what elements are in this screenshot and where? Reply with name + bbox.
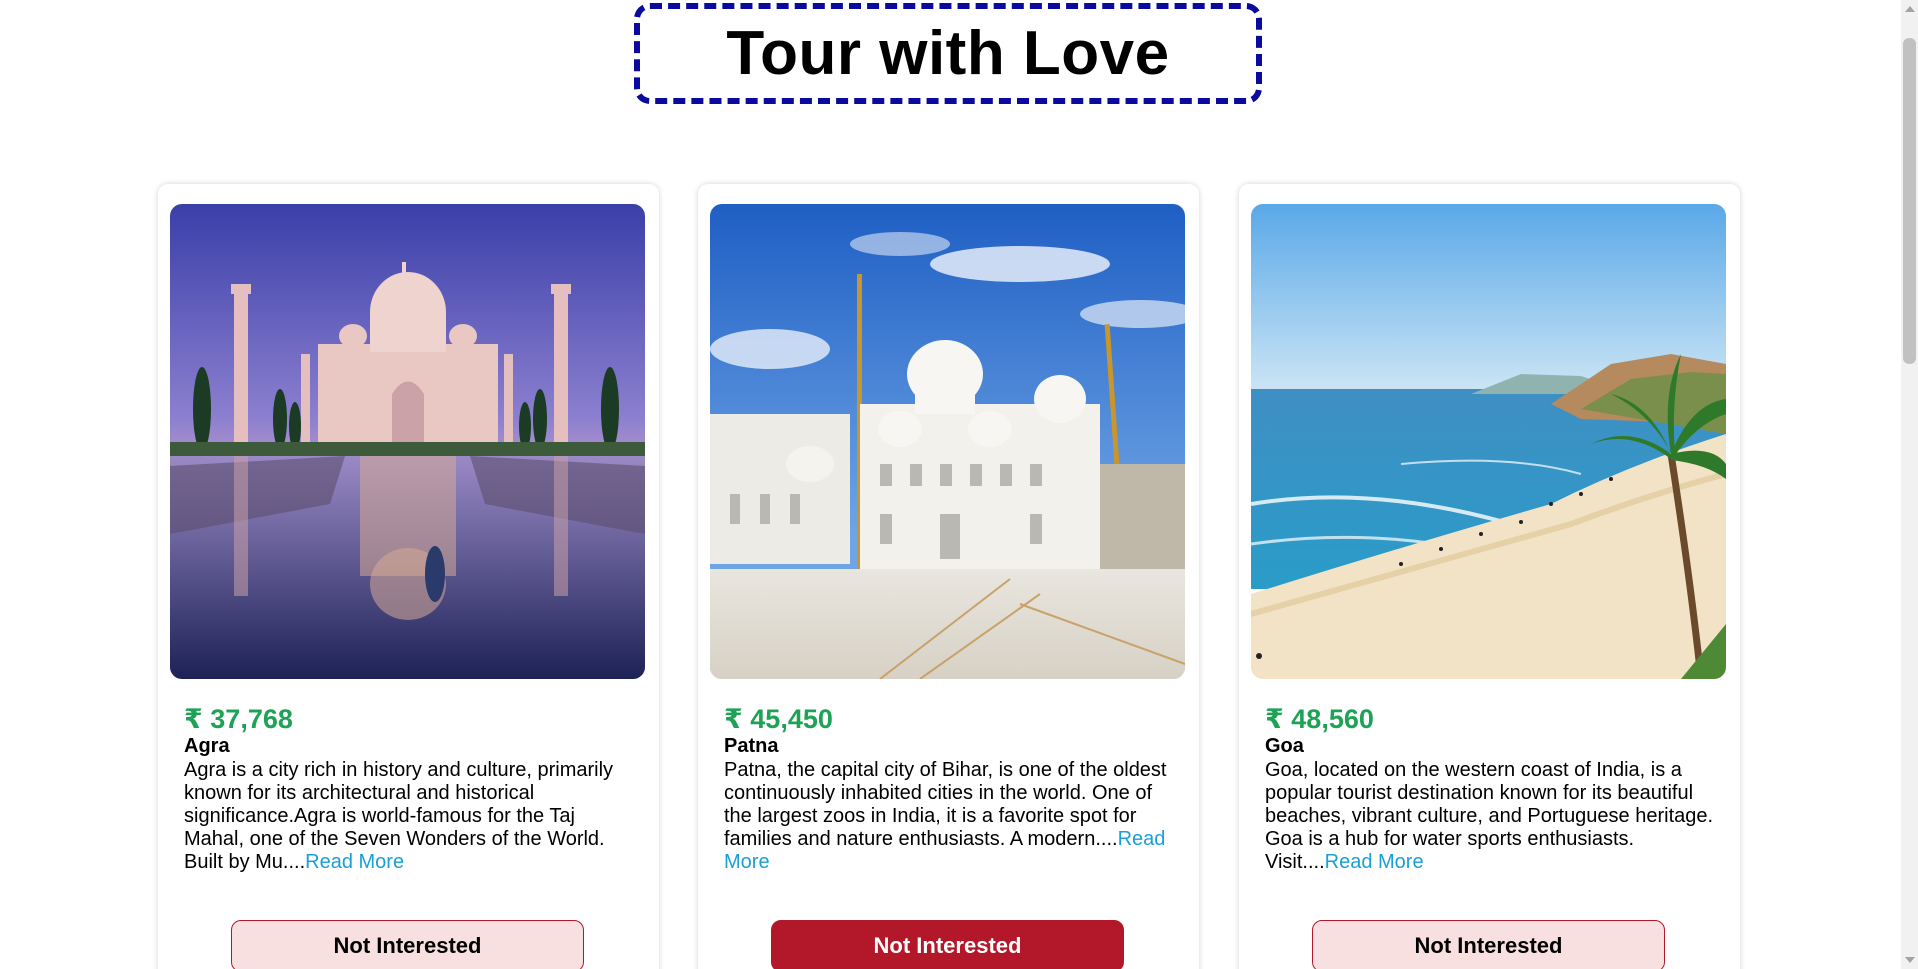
tour-city-name: Patna: [724, 735, 779, 757]
taj-mahal-image: [170, 204, 645, 679]
scroll-down-arrow-icon[interactable]: [1905, 957, 1915, 963]
beach-image: [1251, 204, 1726, 679]
tour-price: ₹ 37,768: [184, 704, 293, 734]
tour-image-patna: [710, 204, 1185, 679]
tour-description: Patna, the capital city of Bihar, is one…: [724, 759, 1179, 874]
tour-image-agra: [170, 204, 645, 679]
tour-card-agra: ₹ 37,768 Agra Agra is a city rich in his…: [158, 184, 659, 969]
not-interested-button[interactable]: Not Interested: [771, 920, 1124, 969]
tour-card-list: ₹ 37,768 Agra Agra is a city rich in his…: [158, 184, 1740, 969]
scrollbar-thumb[interactable]: [1903, 38, 1916, 364]
tour-description-text: Patna, the capital city of Bihar, is one…: [724, 759, 1167, 850]
tour-city-name: Goa: [1265, 735, 1304, 757]
not-interested-button[interactable]: Not Interested: [1312, 920, 1665, 969]
tour-card-patna: ₹ 45,450 Patna Patna, the capital city o…: [698, 184, 1199, 969]
tour-image-goa: [1251, 204, 1726, 679]
title-banner: Tour with Love: [634, 3, 1262, 104]
tour-card-goa: ₹ 48,560 Goa Goa, located on the western…: [1239, 184, 1740, 969]
read-more-link[interactable]: Read More: [1325, 851, 1424, 873]
tour-price: ₹ 45,450: [724, 704, 833, 734]
gurudwara-image: [710, 204, 1185, 679]
tour-city-name: Agra: [184, 735, 230, 757]
tour-description: Agra is a city rich in history and cultu…: [184, 759, 639, 874]
tour-description: Goa, located on the western coast of Ind…: [1265, 759, 1720, 874]
page-title: Tour with Love: [726, 19, 1170, 88]
vertical-scrollbar[interactable]: [1901, 0, 1918, 969]
not-interested-button[interactable]: Not Interested: [231, 920, 584, 969]
page: Tour with Love ₹ 37,768 Agra Agra is a c…: [0, 0, 1918, 969]
read-more-link[interactable]: Read More: [305, 851, 404, 873]
scroll-up-arrow-icon[interactable]: [1905, 6, 1915, 12]
tour-price: ₹ 48,560: [1265, 704, 1374, 734]
